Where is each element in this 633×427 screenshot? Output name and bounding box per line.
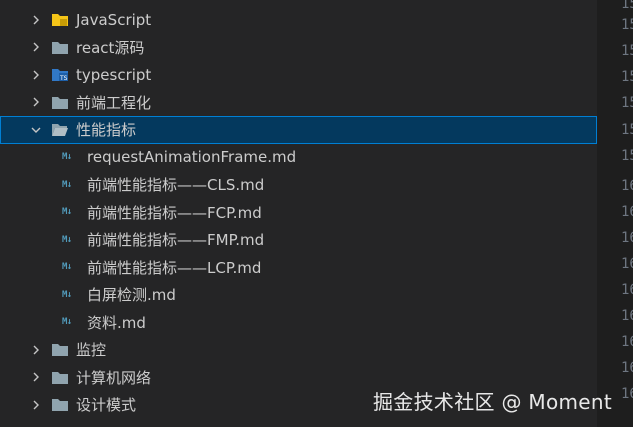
folder-icon xyxy=(52,399,68,412)
line-number-gutter: 15 15 15 15 15 15 15 16 16 16 16 16 16 1… xyxy=(607,0,633,427)
tree-item-label: 设计模式 xyxy=(76,396,137,415)
tree-item-label: 前端性能指标——FCP.md xyxy=(87,203,262,222)
line-number: 16 xyxy=(621,230,633,246)
chevron-right-icon[interactable] xyxy=(28,369,44,385)
folder-icon xyxy=(52,371,68,384)
tree-item-label: 前端性能指标——CLS.md xyxy=(87,176,265,195)
tree-item-label: 资料.md xyxy=(87,313,146,332)
tree-item-label: 监控 xyxy=(76,341,107,360)
line-number: 15 xyxy=(621,122,633,138)
tree-folder-monitoring[interactable]: 监控 xyxy=(0,336,597,364)
tree-file[interactable]: M↓ 前端性能指标——LCP.md xyxy=(0,254,597,282)
chevron-right-icon[interactable] xyxy=(28,12,44,28)
tree-item-label: requestAnimationFrame.md xyxy=(87,148,297,167)
chevron-down-icon[interactable] xyxy=(28,122,44,138)
line-number: 16 xyxy=(621,178,633,194)
tree-item-label: 白屏检测.md xyxy=(87,286,176,305)
line-number: 16 xyxy=(621,334,633,350)
chevron-right-icon[interactable] xyxy=(28,67,44,83)
chevron-right-icon[interactable] xyxy=(28,342,44,358)
tree-file[interactable]: M↓ 前端性能指标——FCP.md xyxy=(0,199,597,227)
tree-file[interactable]: M↓ 前端性能指标——FMP.md xyxy=(0,226,597,254)
chevron-right-icon[interactable] xyxy=(28,39,44,55)
tree-item-label: react源码 xyxy=(76,38,145,57)
panel-divider[interactable] xyxy=(597,0,607,427)
tree-item-label: 前端性能指标——FMP.md xyxy=(87,231,265,250)
line-number: 15 xyxy=(621,17,633,33)
chevron-right-icon[interactable] xyxy=(28,94,44,110)
folder-open-icon xyxy=(52,124,68,137)
tree-folder-performance[interactable]: 性能指标 xyxy=(0,116,597,144)
tree-file[interactable]: M↓ 资料.md xyxy=(0,309,597,337)
line-number: 15 xyxy=(621,0,633,12)
line-number: 15 xyxy=(621,43,633,59)
markdown-icon: M↓ xyxy=(62,207,72,218)
folder-icon xyxy=(52,96,68,109)
tree-folder-engineering[interactable]: 前端工程化 xyxy=(0,89,597,117)
line-number: 15 xyxy=(621,69,633,85)
markdown-icon: M↓ xyxy=(62,179,72,190)
tree-file[interactable]: M↓ requestAnimationFrame.md xyxy=(0,144,597,172)
markdown-icon: M↓ xyxy=(62,289,72,300)
folder-icon xyxy=(52,344,68,357)
line-number: 16 xyxy=(621,308,633,324)
tree-folder-javascript[interactable]: JavaScript xyxy=(0,6,597,34)
markdown-icon: M↓ xyxy=(62,262,72,273)
tree-item-label: 前端性能指标——LCP.md xyxy=(87,258,262,277)
svg-text:TS: TS xyxy=(59,75,68,82)
chevron-right-icon[interactable] xyxy=(28,397,44,413)
tree-item-label: 性能指标 xyxy=(76,121,137,140)
line-number: 16 xyxy=(621,256,633,272)
ts-folder-icon: TS xyxy=(52,69,68,82)
markdown-icon: M↓ xyxy=(62,152,72,163)
tree-folder-typescript[interactable]: TS typescript xyxy=(0,61,597,89)
markdown-icon: M↓ xyxy=(62,317,72,328)
line-number: 16 xyxy=(621,360,633,376)
tree-item-label: typescript xyxy=(76,65,152,84)
markdown-icon: M↓ xyxy=(62,234,72,245)
tree-folder-react[interactable]: react源码 xyxy=(0,34,597,62)
file-explorer: JavaScript react源码 TS typescript 前端工程化 性… xyxy=(0,0,597,427)
tree-item-label: 计算机网络 xyxy=(76,368,152,387)
line-number: 16 xyxy=(621,204,633,220)
watermark: 掘金技术社区 @ Moment xyxy=(373,390,613,414)
js-folder-icon xyxy=(52,14,68,27)
line-number: 16 xyxy=(621,282,633,298)
line-number: 15 xyxy=(621,148,633,164)
folder-icon xyxy=(52,41,68,54)
tree-item-label: 前端工程化 xyxy=(76,93,152,112)
tree-item-label: JavaScript xyxy=(76,10,152,29)
tree-file[interactable]: M↓ 前端性能指标——CLS.md xyxy=(0,171,597,199)
line-number: 15 xyxy=(621,95,633,111)
tree-file[interactable]: M↓ 白屏检测.md xyxy=(0,281,597,309)
line-number: 16 xyxy=(621,386,633,402)
